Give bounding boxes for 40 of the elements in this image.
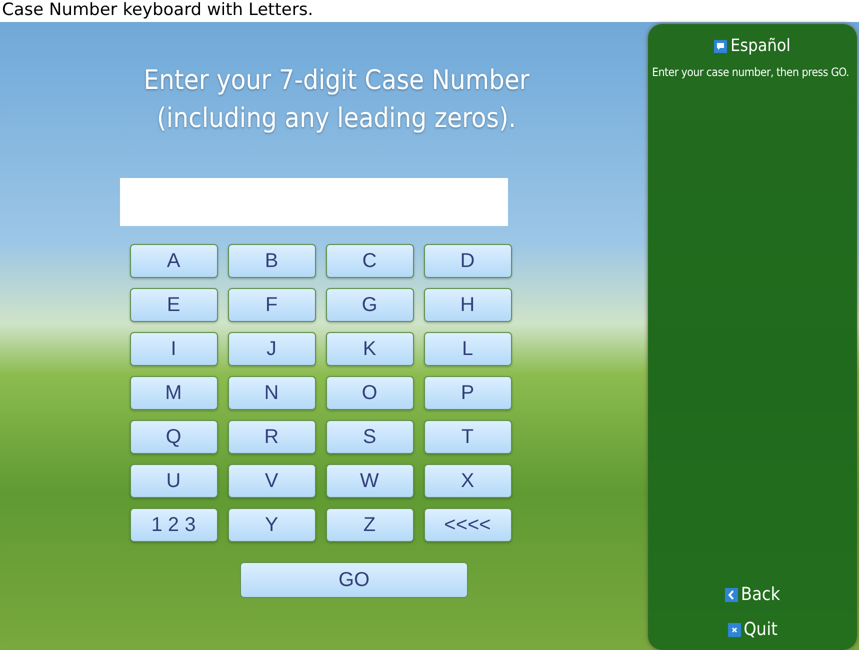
keyboard-key[interactable]: P [424,376,512,410]
instructions-text: Enter your case number, then press GO. [652,64,850,80]
case-number-field[interactable] [120,178,508,226]
keyboard-key[interactable]: A [130,244,218,278]
keyboard-key[interactable]: B [228,244,316,278]
keyboard-key[interactable]: J [228,332,316,366]
language-link[interactable]: Español [714,36,790,56]
keyboard-key[interactable]: X [424,464,512,498]
keyboard-key[interactable]: C [326,244,414,278]
keyboard-key[interactable]: W [326,464,414,498]
keyboard-key[interactable]: G [326,288,414,322]
prompt-heading: Enter your 7-digit Case Number [144,64,530,98]
caption-text: Case Number keyboard with Letters. [1,0,314,22]
keyboard-key[interactable]: H [424,288,512,322]
speech-bubble-icon [714,40,728,52]
back-link[interactable]: Back [724,584,780,605]
chevron-left-icon [724,588,738,602]
keyboard-key[interactable]: D [424,244,512,278]
keyboard-key[interactable]: M [130,376,218,410]
keyboard-key[interactable]: <<<< [424,508,512,542]
keyboard-key[interactable]: U [130,464,218,498]
close-icon [728,622,741,636]
keyboard-key[interactable]: 1 2 3 [130,508,218,542]
keyboard-key[interactable]: Z [326,508,414,542]
keyboard-key[interactable]: F [228,288,316,322]
keyboard-key[interactable]: N [228,376,316,410]
keyboard-key[interactable]: O [326,376,414,410]
keyboard-key[interactable]: S [326,420,414,454]
keyboard-key[interactable]: I [130,332,218,366]
keyboard-key[interactable]: L [424,332,512,366]
keyboard-key[interactable]: V [228,464,316,498]
quit-link[interactable]: Quit [728,619,778,640]
keyboard-key[interactable]: K [326,332,414,366]
keyboard-key[interactable]: Y [228,508,316,542]
go-button[interactable]: GO [240,562,468,598]
keyboard-key[interactable]: T [424,420,512,454]
prompt-heading: (including any leading zeros). [156,102,518,136]
keyboard-key[interactable]: R [228,420,316,454]
keyboard-key[interactable]: E [130,288,218,322]
keyboard-key[interactable]: Q [130,420,218,454]
